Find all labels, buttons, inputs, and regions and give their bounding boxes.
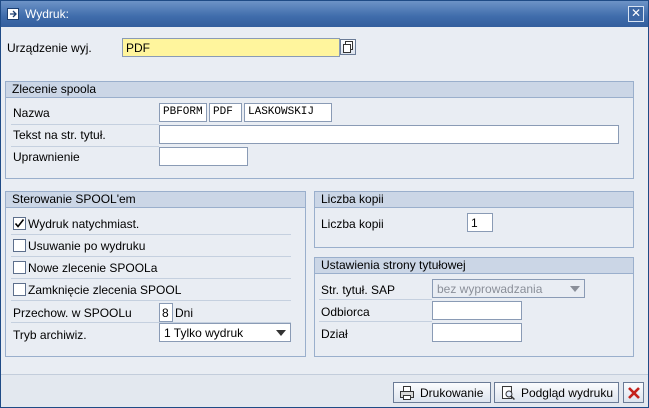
spool-request-heading: Zlecenie spoola	[6, 82, 633, 98]
archive-mode-value: 1 Tylko wydruk	[164, 326, 244, 340]
archive-mode-label: Tryb archiwiz.	[13, 328, 87, 342]
close-icon: ✕	[630, 6, 642, 20]
row-separator	[319, 299, 432, 300]
delete-after-print-label: Usuwanie po wydruku	[28, 239, 146, 253]
cover-page-heading: Ustawienia strony tytułowej	[315, 258, 633, 274]
row-separator	[11, 124, 159, 125]
print-immediately-label: Wydruk natychmiast.	[28, 217, 140, 231]
retention-input[interactable]: 8	[159, 303, 173, 322]
archive-mode-select[interactable]: 1 Tylko wydruk	[159, 323, 291, 342]
output-device-label: Urządzenie wyj.	[7, 41, 92, 55]
cancel-icon	[627, 386, 640, 399]
print-button[interactable]: Drukowanie	[393, 382, 491, 403]
row-separator	[11, 146, 159, 147]
close-spool-request-label: Zamknięcie zlecenia SPOOL	[28, 283, 182, 297]
authorization-label: Uprawnienie	[13, 150, 80, 164]
row-separator	[11, 300, 291, 301]
device-matchcode-button[interactable]	[340, 39, 356, 55]
recipient-label: Odbiorca	[321, 305, 370, 319]
title-bar: Wydruk: ✕	[1, 1, 648, 27]
sap-cover-value: bez wyprowadzania	[437, 282, 543, 296]
sap-cover-select[interactable]: bez wyprowadzania	[432, 279, 585, 298]
window-title: Wydruk:	[25, 7, 69, 21]
chevron-down-icon	[570, 286, 580, 292]
print-dialog-icon	[7, 8, 21, 20]
print-dialog: Wydruk: ✕ Urządzenie wyj. PDF Zlecenie s…	[0, 0, 649, 408]
printer-icon	[400, 385, 414, 400]
button-bar: Drukowanie Podgląd wydruku	[1, 374, 648, 407]
copies-label: Liczba kopii	[321, 217, 384, 231]
print-button-label: Drukowanie	[420, 385, 484, 400]
copies-heading: Liczba kopii	[315, 192, 633, 208]
output-device-input[interactable]: PDF	[122, 38, 340, 57]
row-separator	[11, 256, 291, 257]
retention-label: Przechow. w SPOOLu	[13, 306, 132, 320]
authorization-input[interactable]	[159, 147, 248, 166]
checkmark-icon	[14, 219, 25, 228]
print-preview-icon	[501, 385, 515, 400]
print-immediately-checkbox[interactable]	[13, 217, 26, 230]
row-separator	[319, 321, 432, 322]
name-label: Nazwa	[13, 106, 50, 120]
recipient-input[interactable]	[432, 301, 522, 320]
sap-cover-label: Str. tytuł. SAP	[321, 283, 396, 297]
print-preview-button-label: Podgląd wydruku	[520, 385, 613, 400]
copy-icon	[343, 41, 353, 53]
new-spool-request-checkbox[interactable]	[13, 261, 26, 274]
department-label: Dział	[321, 327, 348, 341]
retention-unit: Dni	[175, 306, 194, 320]
row-separator	[11, 278, 291, 279]
title-text-input[interactable]	[159, 125, 619, 144]
new-spool-request-label: Nowe zlecenie SPOOLa	[28, 261, 158, 275]
close-window-button[interactable]: ✕	[628, 6, 644, 22]
close-spool-request-checkbox[interactable]	[13, 283, 26, 296]
title-text-label: Tekst na str. tytuł.	[13, 128, 106, 142]
chevron-down-icon	[276, 330, 286, 336]
name-field-part3[interactable]: LASKOWSKIJ	[244, 103, 332, 122]
row-separator	[11, 234, 291, 235]
delete-after-print-checkbox[interactable]	[13, 239, 26, 252]
name-field-part2[interactable]: PDF	[209, 103, 242, 122]
department-input[interactable]	[432, 323, 522, 342]
name-field-part1[interactable]: PBFORM	[159, 103, 207, 122]
print-preview-button[interactable]: Podgląd wydruku	[494, 382, 619, 403]
cancel-button[interactable]	[623, 382, 644, 403]
copies-input[interactable]: 1	[467, 213, 493, 232]
spool-control-heading: Sterowanie SPOOL'em	[6, 192, 305, 208]
